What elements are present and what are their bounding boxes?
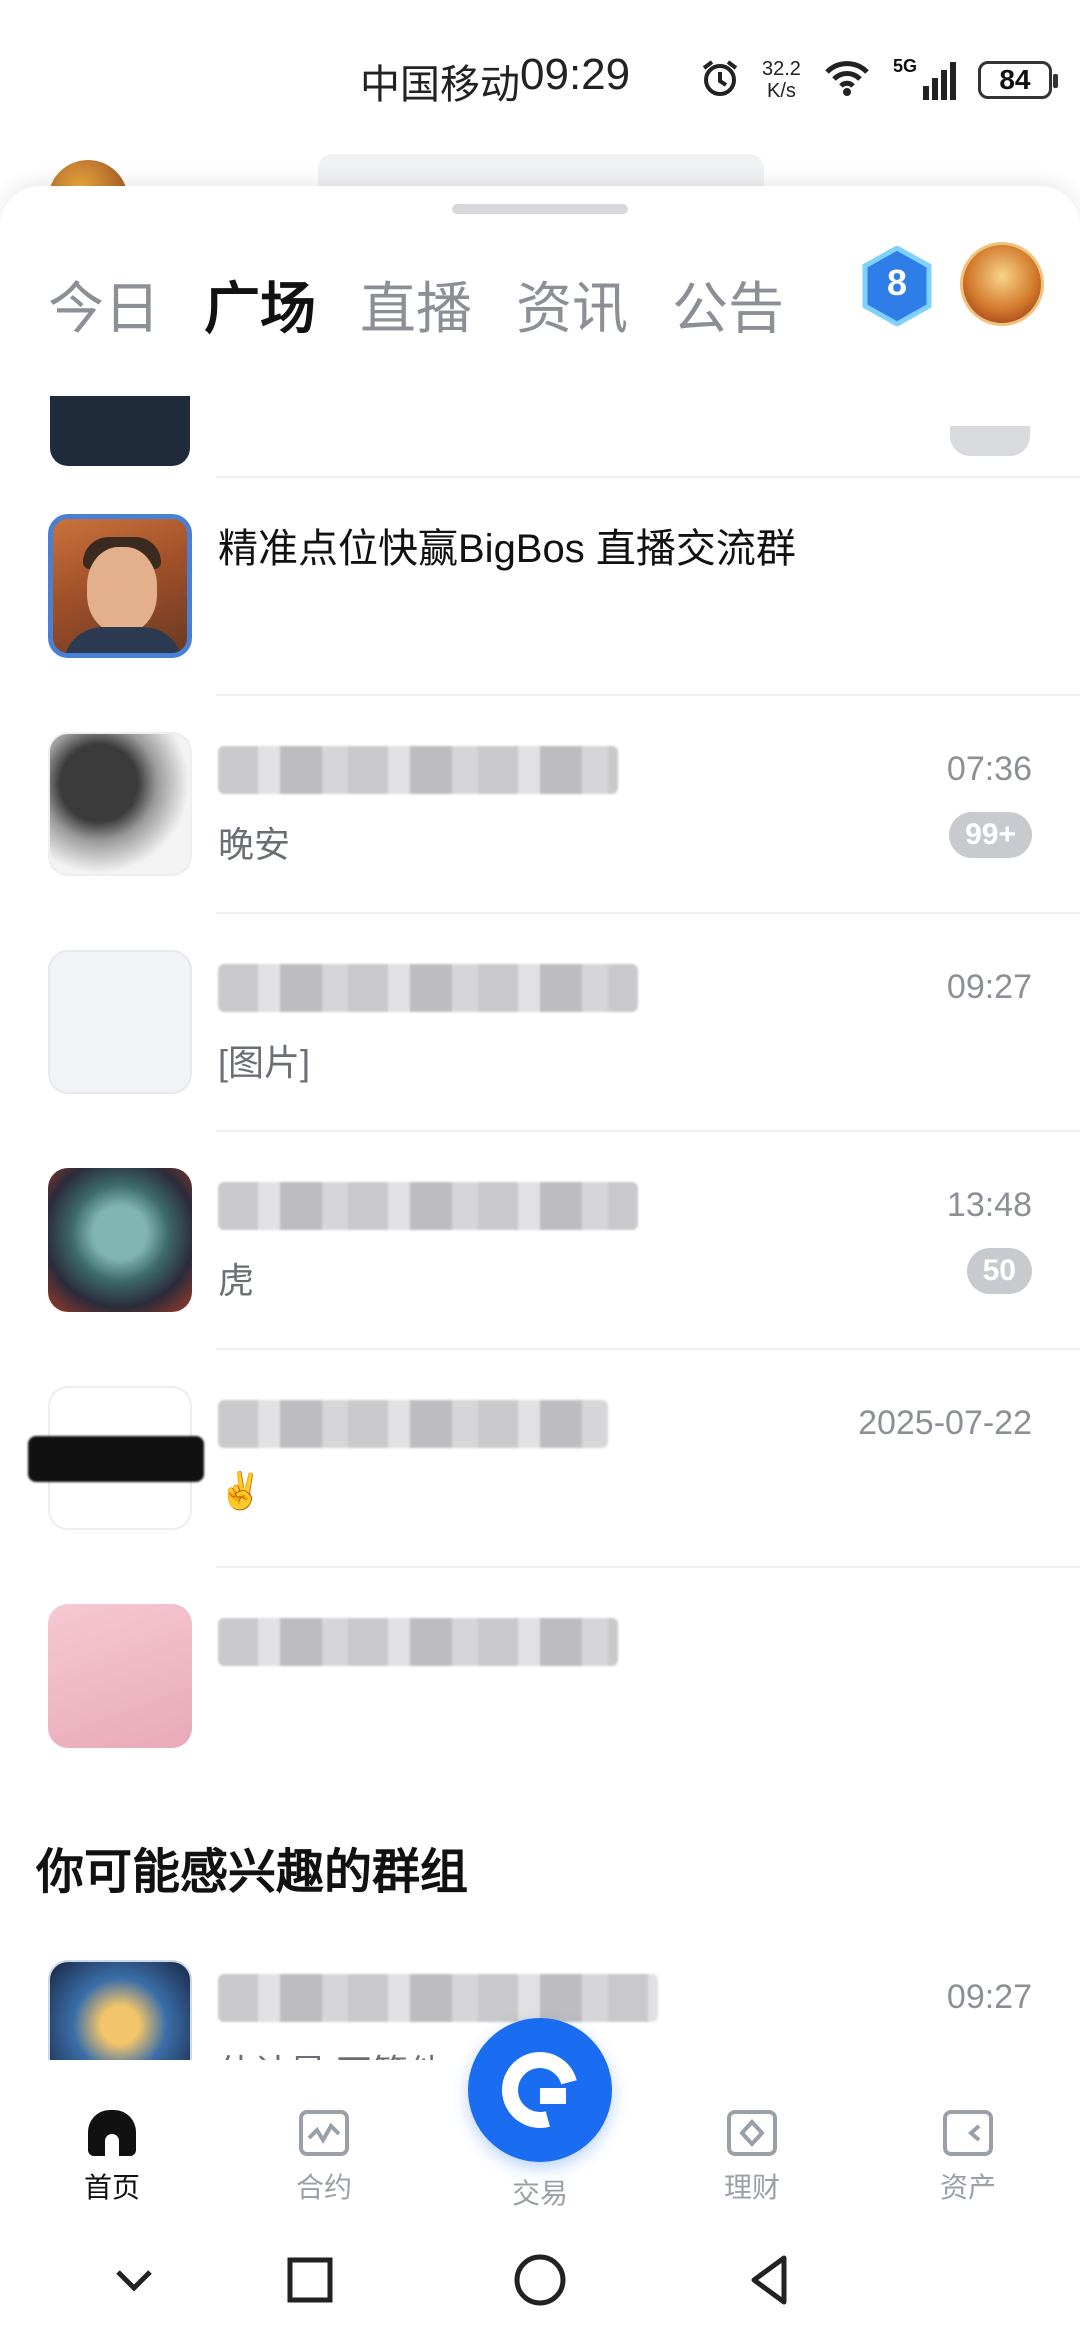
tab-announcements[interactable]: 公告 (672, 264, 784, 345)
message-time: 13:48 (946, 1186, 1032, 1224)
nav-home[interactable]: 首页 (42, 2110, 182, 2206)
nav-trade-label: 交易 (511, 2178, 568, 2209)
profile-avatar[interactable] (960, 242, 1044, 326)
nav-assets[interactable]: 资产 (898, 2110, 1038, 2206)
nav-contract[interactable]: 合约 (254, 2110, 394, 2206)
chat-name-redacted (218, 1618, 618, 1666)
chevron-down-icon[interactable] (104, 2250, 164, 2310)
divider (216, 476, 1080, 478)
wallet-icon (943, 2110, 993, 2156)
chart-icon (299, 2110, 349, 2156)
unread-badge: 99+ (949, 812, 1032, 858)
network-speed: 32.2 K/s (762, 58, 801, 102)
list-item[interactable]: 虎 13:48 50 (0, 1130, 1080, 1348)
battery-indicator: 84 (977, 61, 1058, 99)
status-time: 09:29 (520, 50, 631, 99)
tab-news[interactable]: 资讯 (516, 264, 628, 345)
divider (216, 1348, 1080, 1350)
list-item[interactable]: ✌️ 2025-07-22 (0, 1348, 1080, 1566)
home-circle-icon[interactable] (510, 2250, 570, 2310)
list-item[interactable]: 精准点位快赢BigBos 直播交流群 (0, 476, 1080, 694)
divider (216, 1566, 1080, 1568)
alarm-icon (700, 58, 740, 103)
nav-finance[interactable]: 理财 (682, 2110, 822, 2206)
status-bar: 中国移动 09:29 32.2 K/s 5G 84 (0, 0, 1080, 150)
chat-name-redacted (218, 1182, 638, 1230)
message-time: 2025-07-22 (858, 1404, 1032, 1442)
message-time: 07:36 (946, 750, 1032, 788)
nav-home-label: 首页 (83, 2172, 140, 2203)
system-nav-bar (0, 2220, 1080, 2340)
tab-bar: 今日 广场 直播 资讯 公告 8 (0, 242, 1080, 376)
nav-contract-label: 合约 (295, 2172, 352, 2203)
avatar (48, 732, 192, 876)
tab-today[interactable]: 今日 (48, 264, 160, 345)
level-badge[interactable]: 8 (862, 245, 932, 327)
avatar (48, 950, 192, 1094)
avatar (48, 1604, 192, 1748)
chat-sheet: 今日 广场 直播 资讯 公告 8 精准点位快赢BigBos 直播交流群 晚安 0… (0, 186, 1080, 2340)
message-time: 09:27 (946, 968, 1032, 1006)
unread-badge: 50 (966, 1248, 1032, 1294)
last-message: [图片] (218, 1042, 311, 1083)
avatar (48, 514, 192, 658)
chat-name-redacted (218, 964, 638, 1012)
sheet-grabber[interactable] (452, 204, 628, 214)
divider (216, 912, 1080, 914)
group-name-redacted (218, 1974, 658, 2022)
last-message: 晚安 (218, 824, 291, 865)
home-icon (86, 2110, 138, 2156)
recent-apps-icon[interactable] (280, 2250, 340, 2310)
message-time: 09:27 (946, 1978, 1032, 2016)
back-icon[interactable] (740, 2250, 800, 2310)
nav-finance-label: 理财 (723, 2172, 780, 2203)
avatar (48, 1168, 192, 1312)
trade-button[interactable] (468, 2018, 612, 2162)
status-icons: 32.2 K/s 5G 84 (700, 50, 1058, 110)
chat-name-redacted (218, 746, 618, 794)
divider (216, 1130, 1080, 1132)
chat-name-redacted (218, 1400, 608, 1448)
last-message: ✌️ (218, 1470, 263, 1511)
signal-icon: 5G (893, 56, 956, 100)
diamond-icon (727, 2110, 777, 2156)
tab-square[interactable]: 广场 (204, 264, 316, 345)
divider (216, 694, 1080, 696)
unread-badge (950, 426, 1030, 456)
last-message: 虎 (218, 1260, 255, 1301)
avatar (28, 1386, 204, 1530)
tab-live[interactable]: 直播 (360, 264, 472, 345)
list-item[interactable] (0, 1566, 1080, 1784)
section-title: 你可能感兴趣的群组 (36, 1846, 469, 1899)
list-item[interactable]: 晚安 07:36 99+ (0, 694, 1080, 912)
nav-assets-label: 资产 (939, 2172, 996, 2203)
carrier-name: 中国移动 (360, 63, 520, 107)
level-number: 8 (886, 262, 908, 303)
list-item-partial[interactable] (0, 396, 1080, 476)
wifi-icon (823, 58, 871, 103)
list-item[interactable]: [图片] 09:27 (0, 912, 1080, 1130)
chat-name: 精准点位快赢BigBos 直播交流群 (218, 527, 796, 571)
avatar (50, 396, 190, 466)
